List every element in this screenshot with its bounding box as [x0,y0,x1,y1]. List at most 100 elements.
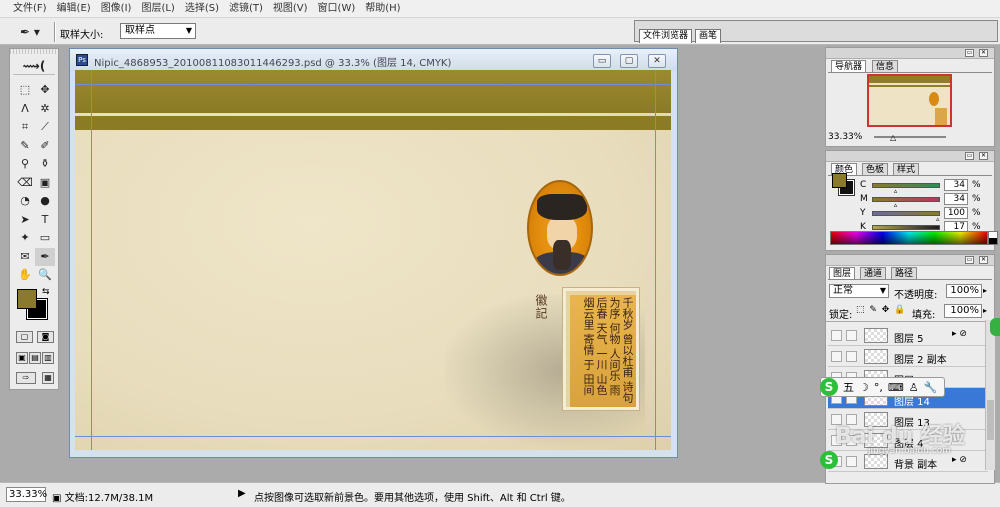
layers-titlebar[interactable]: ▭ ✕ [826,255,994,266]
layer-row[interactable]: 图层 5 ▸ ⊘ [828,325,988,346]
opacity-field[interactable]: 100% [946,284,982,298]
eraser-tool-icon[interactable]: ⌫ [15,174,35,193]
eyedropper-icon[interactable]: ✒ ▾ [20,23,52,41]
photoshop-logo[interactable]: ⟿( [13,57,55,75]
layer-name[interactable]: 图层 2 副本 [894,351,947,366]
layers-scrollbar[interactable] [985,320,995,470]
blend-mode-select[interactable]: 正常 ▼ [829,284,889,298]
magic-wand-tool-icon[interactable]: ✲ [35,100,55,119]
menu-image[interactable]: 图像(I) [96,0,137,18]
layer-effects-icon[interactable]: ▸ ⊘ [952,329,967,339]
blur-tool-icon[interactable]: ◔ [15,192,35,211]
quick-mask-icon[interactable]: ◙ [37,331,54,343]
type-tool-icon[interactable]: T [35,211,55,230]
lock-icons[interactable]: ⬚ ✎ ✥ 🔒 [856,305,906,315]
layer-name[interactable]: 图层 5 [894,330,924,345]
wrench-icon[interactable]: 🔧 [924,381,938,394]
zoom-tool-icon[interactable]: 🔍 [35,266,55,285]
toolbox-grip[interactable] [10,49,58,54]
lasso-tool-icon[interactable]: ⴷ [15,100,35,119]
sogou-logo-icon[interactable]: S [820,451,838,469]
channel-value-field[interactable]: 34 [944,193,968,205]
visibility-toggle[interactable] [831,351,842,362]
slider-knob-icon[interactable]: △ [890,133,896,142]
shape-tool-icon[interactable]: ▭ [35,229,55,248]
ime-input-mode[interactable]: 五 [843,379,854,395]
channel-slider-track[interactable] [872,211,940,216]
menu-select[interactable]: 选择(S) [180,0,224,18]
full-screen-menu-icon[interactable]: ▤ [29,352,41,364]
status-arrow-icon[interactable]: ▶ [238,488,246,499]
punctuation-icon[interactable]: °, [874,381,883,394]
navigator-thumbnail[interactable] [867,74,952,127]
pen-tool-icon[interactable]: ✦ [15,229,35,248]
menu-file[interactable]: 文件(F) [8,0,52,18]
dodge-tool-icon[interactable]: ● [35,192,55,211]
scrollbar-thumb[interactable] [987,400,994,440]
menu-view[interactable]: 视图(V) [268,0,313,18]
opacity-arrow-icon[interactable]: ▸ [983,286,987,295]
moon-icon[interactable]: ☽ [859,381,869,394]
menu-help[interactable]: 帮助(H) [360,0,405,18]
color-titlebar[interactable]: ▭ ✕ [826,151,994,162]
channel-value-field[interactable]: 34 [944,179,968,191]
history-brush-tool-icon[interactable]: ⚱ [35,155,55,174]
minimize-button[interactable]: ▭ [965,256,974,264]
navigator-zoom[interactable]: 33.33% [828,132,862,142]
standard-screen-icon[interactable]: ▣ [16,352,28,364]
close-button[interactable]: ✕ [979,49,988,57]
slice-tool-icon[interactable]: ⟋ [35,118,55,137]
color-foreground-swatch[interactable] [832,173,847,188]
sogou-logo-icon[interactable]: S [820,378,838,396]
skin-icon[interactable]: ♙ [909,381,919,394]
close-button[interactable]: ✕ [979,152,988,160]
zoom-field[interactable]: 33.33% [6,487,47,502]
minimize-button[interactable]: ▭ [593,54,611,68]
link-toggle[interactable] [846,330,857,341]
swap-colors-icon[interactable]: ⇆ [42,287,50,297]
visibility-toggle[interactable] [831,330,842,341]
minimize-button[interactable]: ▭ [965,152,974,160]
menu-filter[interactable]: 滤镜(T) [224,0,268,18]
path-selection-tool-icon[interactable]: ➤ [15,211,35,230]
link-toggle[interactable] [846,351,857,362]
keyboard-icon[interactable]: ⌨ [888,381,904,394]
menu-window[interactable]: 窗口(W) [313,0,361,18]
menu-edit[interactable]: 编辑(E) [52,0,96,18]
sample-size-select[interactable]: 取样点 ▼ [120,23,196,39]
marquee-tool-icon[interactable]: ⬚ [15,81,35,100]
document-titlebar[interactable]: Ps Nipic_4868953_20100811083011446293.ps… [70,49,677,71]
jump-to-imageready-icon[interactable]: ⇨ [16,372,36,384]
image-canvas[interactable]: 徽記 千秋岁 曾以杜甫 诗句 为序 何物 人间乐 雨后春 天气 一川 山色 烟云… [75,70,671,450]
close-button[interactable]: ✕ [979,256,988,264]
layer-name[interactable]: 背景 副本 [894,456,937,471]
close-button[interactable]: ✕ [648,54,666,68]
channel-slider-track[interactable] [872,183,940,188]
channel-value-field[interactable]: 100 [944,207,968,219]
color-spectrum-bar[interactable] [830,231,988,245]
notes-tool-icon[interactable]: ✉ [15,248,35,267]
maximize-button[interactable]: ▢ [620,54,638,68]
channel-slider-track[interactable] [872,197,940,202]
standard-mode-icon[interactable]: ▢ [16,331,33,343]
menu-layer[interactable]: 图层(L) [136,0,179,18]
full-screen-icon[interactable]: ▥ [42,352,54,364]
black-white-swatch[interactable] [988,231,998,245]
eyedropper-tool-icon[interactable]: ✒ [35,247,55,266]
fill-field[interactable]: 100% [944,304,982,318]
tab-file-browser[interactable]: 文件浏览器 [639,29,693,43]
minimize-button[interactable]: ▭ [965,49,974,57]
link-toggle[interactable] [846,456,857,467]
foreground-color-swatch[interactable] [17,289,37,309]
clone-stamp-tool-icon[interactable]: ⚲ [15,155,35,174]
move-tool-icon[interactable]: ✥ [35,81,55,100]
tab-brushes[interactable]: 画笔 [695,29,722,43]
navigator-zoom-slider[interactable] [874,136,946,138]
gradient-tool-icon[interactable]: ▣ [35,174,55,193]
sidebar-handle[interactable] [990,318,1000,336]
hand-tool-icon[interactable]: ✋ [15,266,35,285]
layer-row[interactable]: 图层 2 副本 [828,346,988,367]
layer-effects-icon[interactable]: ▸ ⊘ [952,455,967,465]
crop-tool-icon[interactable]: ⌗ [15,118,35,137]
imageready-icon[interactable]: ▦ [42,372,54,384]
